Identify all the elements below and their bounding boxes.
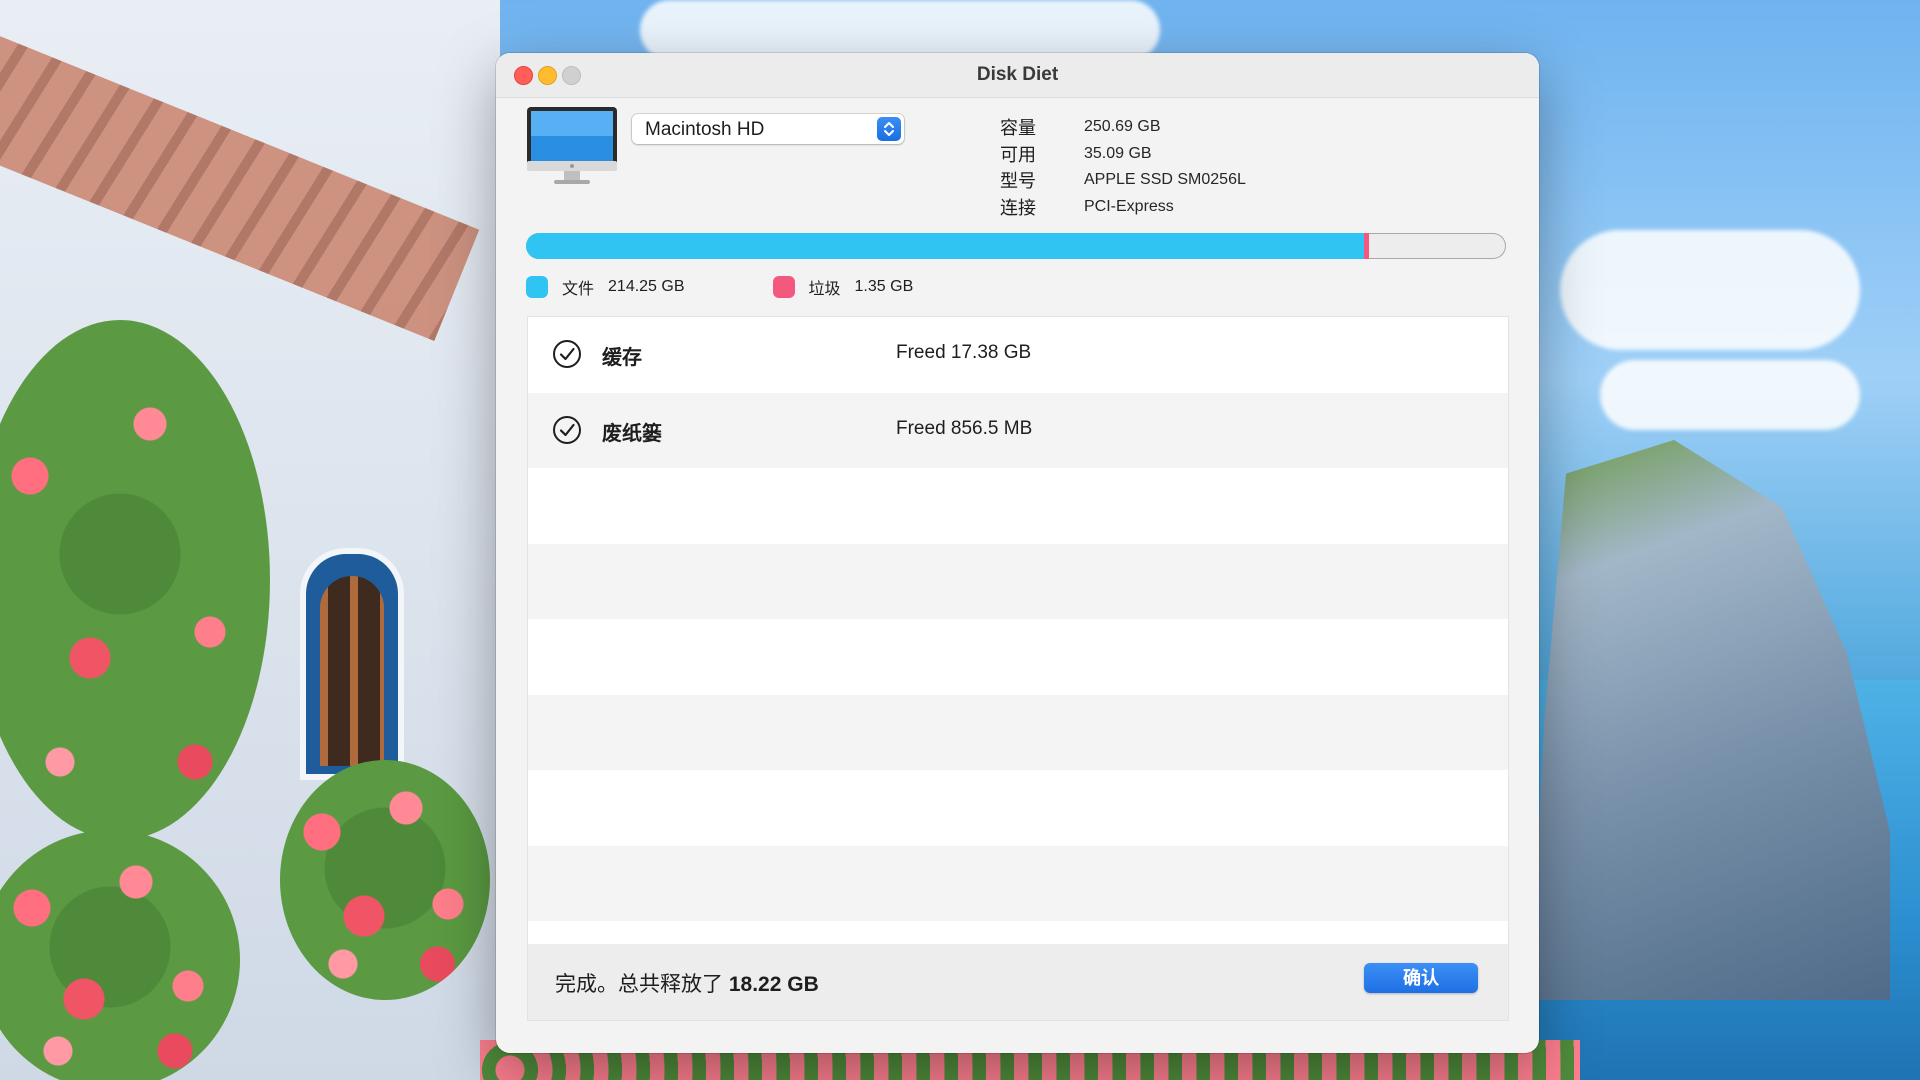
checkmark-circle-icon xyxy=(553,415,581,444)
legend-swatch-files xyxy=(526,276,548,298)
legend-item-files: 文件 214.25 GB xyxy=(526,275,685,299)
info-value: APPLE SSD SM0256L xyxy=(1084,171,1246,189)
info-label: 连接 xyxy=(1000,197,1036,218)
info-row-capacity: 容量 250.69 GB xyxy=(1000,114,1246,141)
disk-select-value: Macintosh HD xyxy=(645,119,765,140)
list-item[interactable]: 废纸篓 Freed 856.5 MB xyxy=(528,392,1508,468)
checkmark-circle-icon xyxy=(553,340,581,368)
info-label: 容量 xyxy=(1000,118,1036,139)
empty-row xyxy=(528,694,1508,770)
info-row-available: 可用 35.09 GB xyxy=(1000,141,1246,168)
legend-value: 214.25 GB xyxy=(608,278,685,295)
info-label: 型号 xyxy=(1000,171,1036,192)
imac-icon xyxy=(527,107,617,184)
legend-item-trash: 垃圾 1.35 GB xyxy=(772,275,914,299)
legend-value: 1.35 GB xyxy=(854,278,914,295)
disk-info: 容量 250.69 GB 可用 35.09 GB 型号 APPLE SSD SM… xyxy=(1000,114,1246,220)
result-status: Freed 856.5 MB xyxy=(896,417,1033,439)
chevron-up-down-icon xyxy=(877,117,901,141)
title-bar: Disk Diet xyxy=(496,53,1539,98)
legend-label: 文件 xyxy=(562,281,595,298)
usage-trash-segment xyxy=(1363,233,1370,259)
result-name: 缓存 xyxy=(602,347,642,369)
completion-text: 完成。总共释放了 xyxy=(555,973,723,996)
disk-diet-window: Disk Diet Macintosh HD 容量 250.69 GB 可用 3… xyxy=(496,53,1539,1053)
disk-header: Macintosh HD 容量 250.69 GB 可用 35.09 GB 型号… xyxy=(496,98,1539,228)
empty-row xyxy=(528,468,1508,544)
legend-swatch-trash xyxy=(772,276,795,298)
completion-message: 完成。总共释放了 18.22 GB xyxy=(555,968,819,998)
info-label: 可用 xyxy=(1000,144,1036,165)
info-row-model: 型号 APPLE SSD SM0256L xyxy=(1000,167,1246,194)
legend-label: 垃圾 xyxy=(808,281,841,298)
info-value: PCI-Express xyxy=(1084,197,1174,215)
results-list: 缓存 Freed 17.38 GB 废纸篓 Freed 856.5 MB xyxy=(527,316,1509,946)
info-row-connection: 连接 PCI-Express xyxy=(1000,194,1246,221)
usage-legend: 文件 214.25 GB 垃圾 1.35 GB xyxy=(526,275,1001,299)
empty-row xyxy=(528,543,1508,619)
empty-row xyxy=(528,845,1508,921)
empty-row xyxy=(528,619,1508,695)
window-title: Disk Diet xyxy=(976,64,1059,85)
footer-bar: 完成。总共释放了 18.22 GB 确认 xyxy=(527,944,1509,1021)
disk-usage-bar xyxy=(526,233,1506,259)
result-status: Freed 17.38 GB xyxy=(896,342,1032,363)
disk-select[interactable]: Macintosh HD xyxy=(632,114,904,144)
total-freed: 18.22 GB xyxy=(728,973,819,996)
empty-row xyxy=(528,770,1508,846)
usage-files-segment xyxy=(526,233,1364,259)
info-value: 35.09 GB xyxy=(1084,144,1152,162)
result-name: 废纸篓 xyxy=(602,422,662,445)
confirm-button[interactable]: 确认 xyxy=(1364,963,1478,993)
info-value: 250.69 GB xyxy=(1084,118,1161,136)
list-item[interactable]: 缓存 Freed 17.38 GB xyxy=(528,317,1508,393)
